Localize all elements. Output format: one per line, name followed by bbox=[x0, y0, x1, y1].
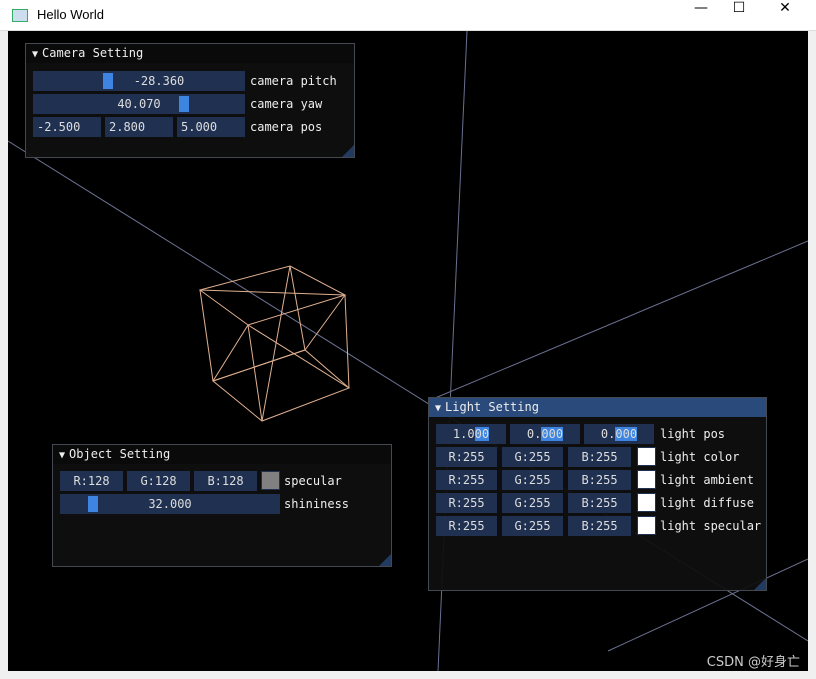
panel-header[interactable]: ▼ Object Setting bbox=[53, 445, 391, 464]
camera-pos-x[interactable]: -2.500 bbox=[33, 117, 101, 137]
object-setting-panel: ▼ Object Setting R:128 G:128 B:128 specul… bbox=[52, 444, 392, 567]
panel-header[interactable]: ▼ Light Setting bbox=[429, 398, 766, 417]
shininess-label: shininess bbox=[284, 497, 350, 511]
shininess-slider[interactable]: 32.000 bbox=[60, 494, 280, 514]
window-title: Hello World bbox=[37, 7, 104, 22]
camera-yaw-label: camera yaw bbox=[250, 97, 323, 111]
panel-title: Light Setting bbox=[445, 400, 539, 414]
light-pos-z[interactable]: 0.000 bbox=[584, 424, 654, 444]
light-specular-b[interactable]: B:255 bbox=[568, 516, 631, 536]
specular-g[interactable]: G:128 bbox=[127, 471, 190, 491]
light-ambient-b[interactable]: B:255 bbox=[568, 470, 631, 490]
light-setting-panel: ▼ Light Setting 1.000 0.000 0.000 light p… bbox=[428, 397, 767, 591]
light-color-label: light color bbox=[660, 450, 740, 464]
maximize-button[interactable]: ☐ bbox=[716, 0, 762, 30]
watermark: CSDN @好身亡 bbox=[706, 655, 800, 670]
collapse-triangle-icon[interactable]: ▼ bbox=[435, 403, 441, 414]
value-part: 0. bbox=[600, 427, 616, 441]
slider-value: 40.070 bbox=[117, 97, 161, 111]
camera-setting-panel: ▼ Camera Setting -28.360 camera pitch 40.… bbox=[25, 43, 355, 158]
slider-grab[interactable] bbox=[179, 96, 189, 112]
camera-pos-z[interactable]: 5.000 bbox=[177, 117, 245, 137]
light-ambient-label: light ambient bbox=[660, 473, 754, 487]
light-color-r[interactable]: R:255 bbox=[436, 447, 497, 467]
resize-grip[interactable] bbox=[379, 554, 391, 566]
light-diffuse-b[interactable]: B:255 bbox=[568, 493, 631, 513]
light-ambient-swatch[interactable] bbox=[637, 470, 656, 489]
light-pos-label: light pos bbox=[660, 427, 726, 441]
panel-header[interactable]: ▼ Camera Setting bbox=[26, 44, 354, 63]
camera-pitch-slider[interactable]: -28.360 bbox=[33, 71, 245, 91]
light-pos-y[interactable]: 0.000 bbox=[510, 424, 580, 444]
camera-pitch-label: camera pitch bbox=[250, 74, 337, 88]
slider-value: -28.360 bbox=[133, 74, 185, 88]
axis-line bbox=[427, 240, 808, 402]
slider-value: 32.000 bbox=[148, 497, 192, 511]
light-pos-x[interactable]: 1.000 bbox=[436, 424, 506, 444]
selected-text: 000 bbox=[615, 427, 638, 441]
camera-pos-y[interactable]: 2.800 bbox=[105, 117, 173, 137]
camera-yaw-slider[interactable]: 40.070 bbox=[33, 94, 245, 114]
specular-b[interactable]: B:128 bbox=[194, 471, 257, 491]
selected-text: 00 bbox=[474, 427, 490, 441]
light-diffuse-label: light diffuse bbox=[660, 496, 754, 510]
value-part: 1.0 bbox=[452, 427, 475, 441]
light-ambient-g[interactable]: G:255 bbox=[502, 470, 563, 490]
panel-title: Object Setting bbox=[69, 447, 171, 461]
resize-grip[interactable] bbox=[342, 145, 354, 157]
light-ambient-r[interactable]: R:255 bbox=[436, 470, 497, 490]
light-specular-label: light specular bbox=[660, 519, 762, 533]
resize-grip[interactable] bbox=[754, 578, 766, 590]
light-specular-swatch[interactable] bbox=[637, 516, 656, 535]
specular-color-swatch[interactable] bbox=[261, 471, 280, 490]
light-specular-r[interactable]: R:255 bbox=[436, 516, 497, 536]
collapse-triangle-icon[interactable]: ▼ bbox=[32, 49, 38, 60]
selected-text: 000 bbox=[541, 427, 564, 441]
title-bar: Hello World — ☐ ✕ bbox=[0, 0, 816, 31]
app-icon bbox=[12, 9, 28, 22]
slider-grab[interactable] bbox=[88, 496, 98, 512]
cube-face bbox=[211, 349, 350, 422]
specular-r[interactable]: R:128 bbox=[60, 471, 123, 491]
light-diffuse-r[interactable]: R:255 bbox=[436, 493, 497, 513]
slider-grab[interactable] bbox=[103, 73, 113, 89]
collapse-triangle-icon[interactable]: ▼ bbox=[59, 450, 65, 461]
light-color-g[interactable]: G:255 bbox=[502, 447, 563, 467]
cube-wireframe bbox=[198, 265, 350, 422]
panel-title: Camera Setting bbox=[42, 46, 144, 60]
light-diffuse-g[interactable]: G:255 bbox=[502, 493, 563, 513]
light-color-b[interactable]: B:255 bbox=[568, 447, 631, 467]
value-part: 0. bbox=[526, 427, 542, 441]
light-diffuse-swatch[interactable] bbox=[637, 493, 656, 512]
camera-pos-label: camera pos bbox=[250, 120, 323, 134]
light-specular-g[interactable]: G:255 bbox=[502, 516, 563, 536]
light-color-swatch[interactable] bbox=[637, 447, 656, 466]
close-button[interactable]: ✕ bbox=[762, 0, 808, 30]
specular-label: specular bbox=[284, 474, 342, 488]
